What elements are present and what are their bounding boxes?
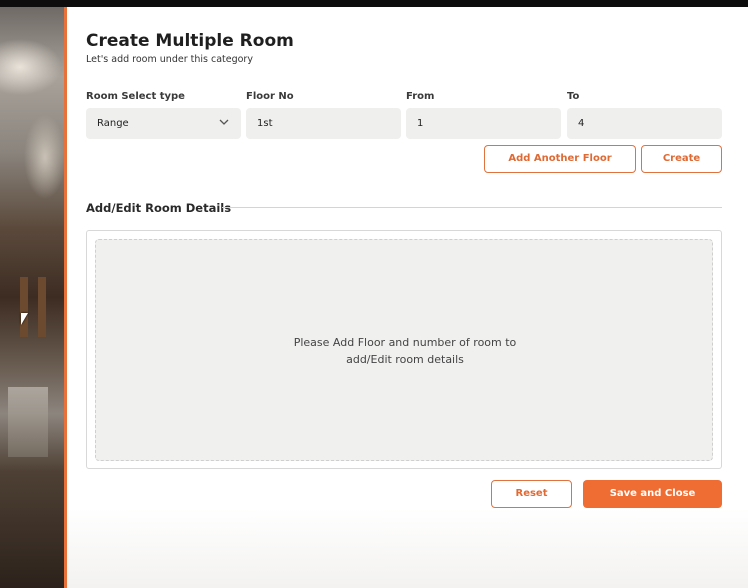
background-lamp: [8, 387, 48, 457]
room-details-container: Please Add Floor and number of room to a…: [86, 230, 722, 469]
dialog-title: Create Multiple Room: [86, 31, 294, 51]
floor-no-label: Floor No: [246, 91, 294, 102]
background-column: [38, 277, 46, 337]
create-button[interactable]: Create: [641, 145, 722, 173]
panel-fade: [67, 508, 748, 588]
from-label: From: [406, 91, 435, 102]
to-value: 4: [578, 118, 585, 129]
from-value: 1: [417, 118, 424, 129]
reset-button[interactable]: Reset: [491, 480, 572, 508]
room-select-type-label: Room Select type: [86, 91, 185, 102]
chevron-down-icon: [219, 119, 229, 125]
background-photo: [0, 7, 64, 588]
floor-no-value: 1st: [257, 118, 273, 129]
window-top-strip: [0, 0, 748, 7]
create-multiple-room-panel: Create Multiple Room Let's add room unde…: [67, 7, 748, 588]
save-and-close-button[interactable]: Save and Close: [583, 480, 722, 508]
empty-state-line-1: Please Add Floor and number of room to: [293, 336, 517, 349]
room-details-heading: Add/Edit Room Details: [86, 201, 232, 215]
mouse-pointer-icon: [21, 313, 28, 325]
room-select-type-dropdown[interactable]: Range: [86, 108, 241, 139]
room-select-type-value: Range: [97, 118, 129, 129]
floor-no-input[interactable]: 1st: [246, 108, 401, 139]
dialog-subtitle: Let's add room under this category: [86, 54, 253, 65]
section-divider: [222, 207, 722, 208]
empty-state-message: Please Add Floor and number of room to a…: [96, 334, 714, 368]
add-another-floor-button[interactable]: Add Another Floor: [484, 145, 636, 173]
background-column: [20, 277, 28, 337]
to-input[interactable]: 4: [567, 108, 722, 139]
to-label: To: [567, 91, 580, 102]
from-input[interactable]: 1: [406, 108, 561, 139]
room-details-empty-state: Please Add Floor and number of room to a…: [95, 239, 713, 461]
empty-state-line-2: add/Edit room details: [346, 353, 464, 366]
